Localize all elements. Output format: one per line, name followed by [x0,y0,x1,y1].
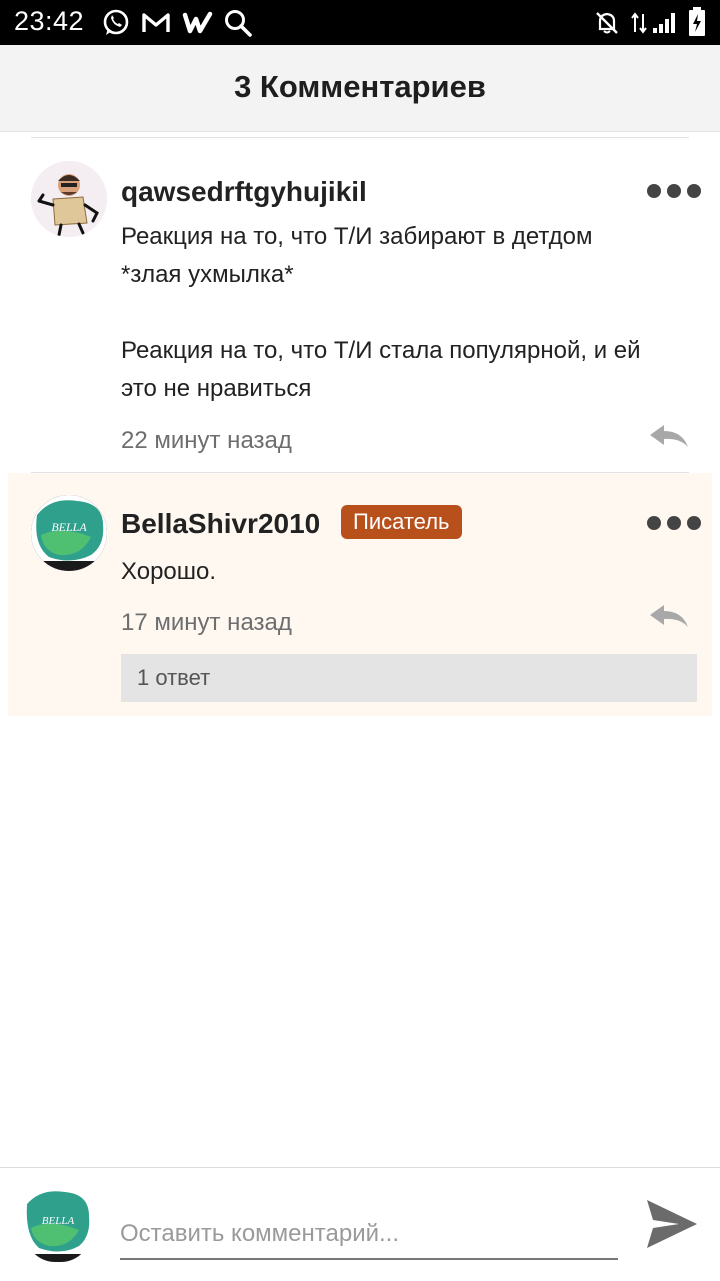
current-user-avatar: BELLA [23,1186,93,1262]
status-bar: 23:42 [0,0,720,45]
avatar-image [31,161,107,237]
svg-text:BELLA: BELLA [42,1215,75,1227]
comment-text-line: Хорошо. [121,558,217,585]
status-time: 23:42 [14,6,85,36]
comment-username[interactable]: qawsedrftgyhujikil [121,176,367,208]
battery-charging-icon [689,7,705,36]
comment-text-line: *злая ухмылка* [121,261,294,288]
replies-count: 1 ответ [137,665,211,690]
whatsapp-icon [103,9,129,35]
reply-icon[interactable] [648,423,690,451]
comment-username[interactable]: BellaShivr2010 [121,508,320,540]
reply-icon[interactable] [648,603,690,631]
signal-icon [653,13,675,33]
comment-item-highlighted: BELLA BellaShivr2010 Писатель Хорошо. 17… [8,473,712,716]
page-title: 3 Комментариев [234,69,486,104]
search-icon [225,10,252,37]
comment-input[interactable] [120,1210,618,1260]
bell-off-icon [596,12,618,34]
gmail-icon [142,13,170,32]
writer-badge: Писатель [341,505,462,539]
comment-item: qawsedrftgyhujikil Реакция на то, что Т/… [0,138,720,472]
send-icon[interactable] [645,1198,699,1250]
comments-header: 3 Комментариев [0,45,720,132]
comment-timestamp: 17 минут назад [121,609,292,636]
data-transfer-icon [631,12,647,34]
wattpad-icon [182,11,213,34]
comment-timestamp: 22 минут назад [121,427,292,454]
user-avatar[interactable] [31,161,107,237]
view-replies-button[interactable]: 1 ответ [121,654,697,702]
more-options-button[interactable] [647,184,701,200]
comment-text-line: Реакция на то, что Т/И забирают в детдом [121,223,593,250]
avatar-image: BELLA [31,495,107,571]
comment-text-line: Реакция на то, что Т/И стала популярной,… [121,337,641,364]
comment-composer: BELLA [0,1167,720,1281]
comment-text-line: это не нравиться [121,375,312,402]
svg-text:BELLA: BELLA [51,520,87,534]
avatar-image: BELLA [23,1191,93,1262]
more-options-button[interactable] [647,516,701,532]
user-avatar[interactable]: BELLA [31,495,107,571]
